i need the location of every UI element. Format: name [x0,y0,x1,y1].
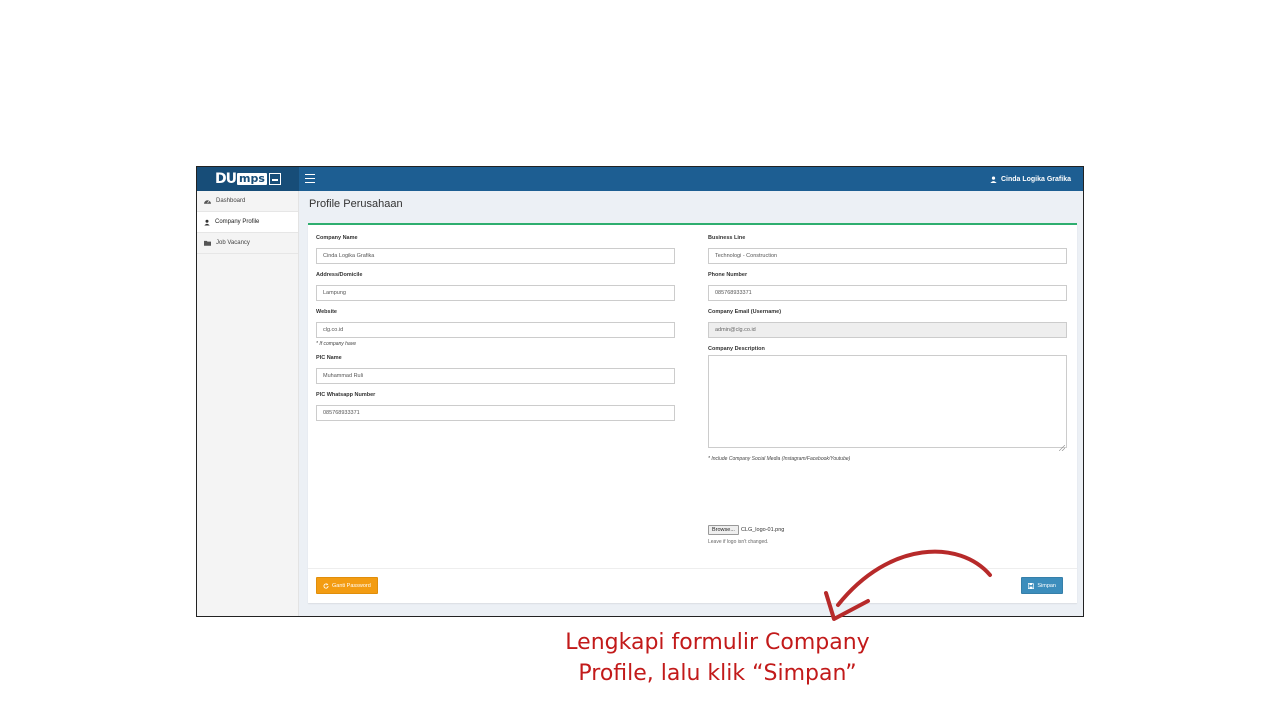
pic-name-input[interactable] [316,368,675,384]
phone-input[interactable] [708,285,1067,301]
logo-upload-group: Browse... CLG_logo-01.png Leave if logo … [708,525,784,545]
sidebar-item-label: Company Profile [215,219,260,225]
website-label: Website [316,309,337,315]
slide-canvas: DU mps Cinda Logika Grafika Dashboard Co… [0,0,1280,720]
phone-group: Phone Number [708,272,1067,301]
annotation-arrow-icon [824,549,992,621]
logo-help-text: Leave if logo isn't changed. [708,539,769,545]
sidebar-item-dashboard[interactable]: Dashboard [197,191,298,212]
website-help-text: * If company have [316,341,357,347]
top-navbar: DU mps Cinda Logika Grafika [197,167,1083,191]
address-label: Address/Domicile [316,272,363,278]
description-textarea[interactable] [708,355,1067,448]
sidebar-item-label: Job Vacancy [216,240,250,246]
pic-whatsapp-input[interactable] [316,405,675,421]
description-help-text: * Include Company Social Media (Instagra… [708,456,851,462]
email-group: Company Email (Username) [708,309,1067,338]
business-line-input[interactable] [708,248,1067,264]
logo-text-box: mps [237,172,267,185]
dashboard-icon [204,200,211,204]
company-name-group: Company Name [316,235,675,264]
sidebar: Dashboard Company Profile Job Vacancy [197,191,299,616]
email-label: Company Email (Username) [708,309,782,315]
file-name-text: CLG_logo-01.png [740,527,785,533]
menu-toggle-icon[interactable] [305,174,315,183]
website-group: Website * If company have [316,309,675,347]
change-password-label: Ganti Password [332,582,371,589]
description-label: Company Description [708,346,765,352]
logo-text-main: DU [215,171,237,187]
save-button[interactable]: Simpan [1021,577,1063,594]
user-menu[interactable]: Cinda Logika Grafika [990,167,1071,191]
floppy-disk-icon [1028,582,1035,589]
folder-icon [204,240,211,246]
business-line-group: Business Line [708,235,1067,264]
pic-whatsapp-label: PIC Whatsapp Number [316,392,376,398]
user-name: Cinda Logika Grafika [1000,175,1071,183]
app-logo: DU mps [215,172,281,186]
email-input [708,322,1067,338]
logo-mark-icon [268,173,281,185]
phone-label: Phone Number [708,272,748,278]
save-label: Simpan [1037,582,1056,589]
user-icon [204,219,210,225]
annotation-caption: Lengkapi formulir Company Profile, lalu … [540,627,895,689]
address-input[interactable] [316,285,675,301]
sidebar-item-label: Dashboard [216,198,246,204]
business-line-label: Business Line [708,235,746,241]
annotation-line-1: Lengkapi formulir Company [565,630,870,655]
user-icon [990,175,997,183]
pic-name-label: PIC Name [316,355,342,361]
address-group: Address/Domicile [316,272,675,301]
annotation-line-2: Profile, lalu klik “Simpan” [578,661,857,686]
company-name-input[interactable] [316,248,675,264]
page-title: Profile Perusahaan [309,198,403,210]
change-password-button[interactable]: Ganti Password [316,577,378,594]
logo-area[interactable]: DU mps [197,167,299,191]
resize-handle-icon[interactable] [1059,445,1065,451]
company-name-label: Company Name [316,235,358,241]
sidebar-item-job-vacancy[interactable]: Job Vacancy [197,233,298,254]
browse-button[interactable]: Browse... [708,525,739,535]
refresh-icon [323,582,329,589]
pic-whatsapp-group: PIC Whatsapp Number [316,392,675,421]
website-input[interactable] [316,322,675,338]
pic-name-group: PIC Name [316,355,675,384]
description-group: Company Description * Include Company So… [708,346,1067,462]
sidebar-item-company-profile[interactable]: Company Profile [197,212,298,233]
